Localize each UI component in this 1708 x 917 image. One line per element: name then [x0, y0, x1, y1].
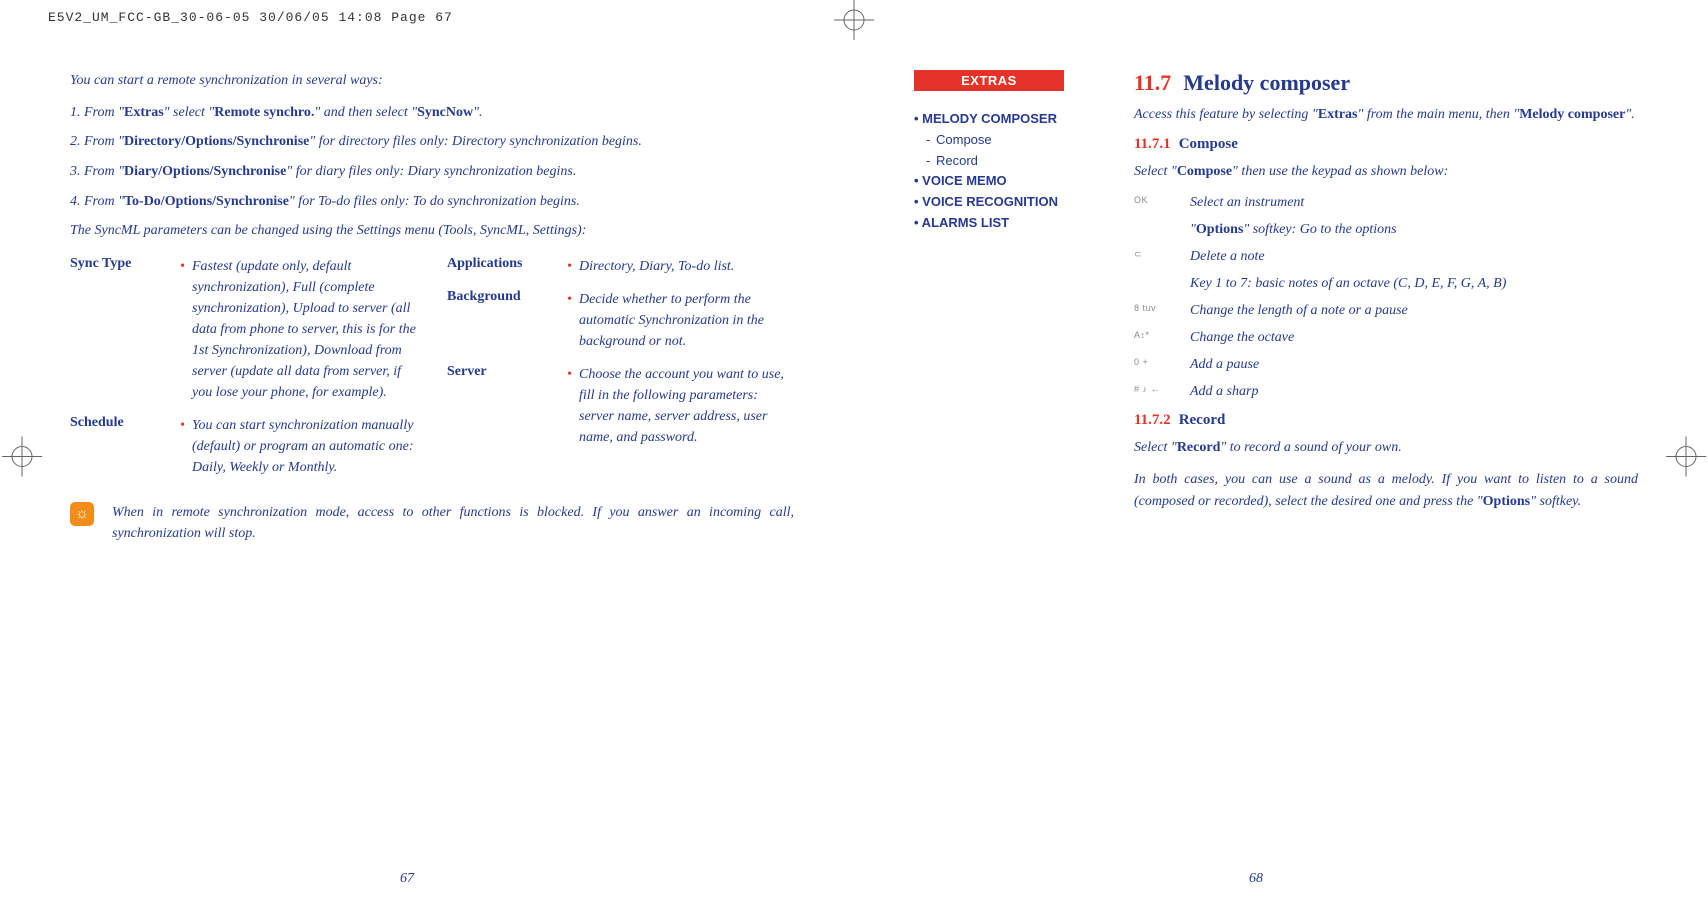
key-0-icon: 0 +: [1134, 354, 1168, 367]
toc-item: • VOICE RECOGNITION: [914, 192, 1094, 213]
param-sync-type: Sync Type Fastest (update only, default …: [70, 256, 417, 403]
ok-key-icon: OK: [1134, 192, 1168, 205]
key-row: A↕* Change the octave: [1134, 327, 1638, 348]
crop-mark-right: [1666, 426, 1706, 491]
key-8-icon: 8 tuv: [1134, 300, 1168, 313]
intro-text: You can start a remote synchronization i…: [70, 70, 794, 92]
param-applications: Applications Directory, Diary, To-do lis…: [447, 256, 794, 277]
key-row: "Options" softkey: Go to the options: [1134, 219, 1638, 240]
toc-item: • VOICE MEMO: [914, 171, 1094, 192]
number-keys-icon: [1134, 273, 1168, 276]
section-body: Access this feature by selecting "Extras…: [1134, 104, 1638, 126]
toc-item: Compose: [914, 130, 1094, 151]
subsection-body: Select "Record" to record a sound of you…: [1134, 437, 1638, 459]
page-left: You can start a remote synchronization i…: [70, 70, 824, 544]
clear-key-icon: ⊂: [1134, 246, 1168, 260]
page-number: 68: [1249, 871, 1263, 887]
list-item: 3. From "Diary/Options/Synchronise" for …: [70, 161, 794, 183]
closing-text: In both cases, you can use a sound as a …: [1134, 469, 1638, 512]
page-right: EXTRAS • MELODY COMPOSER Compose Record …: [884, 70, 1638, 544]
key-row: 8 tuv Change the length of a note or a p…: [1134, 300, 1638, 321]
section-title: 11.7Melody composer: [1134, 70, 1638, 96]
list-item: 2. From "Directory/Options/Synchronise" …: [70, 131, 794, 153]
hash-key-icon: # ♪ ←: [1134, 381, 1168, 394]
key-row: # ♪ ← Add a sharp: [1134, 381, 1638, 402]
subsection-title: 11.7.2Record: [1134, 412, 1638, 429]
toc-item: Record: [914, 151, 1094, 172]
crop-mark-left: [2, 426, 42, 491]
crop-mark-top: [824, 0, 884, 40]
softkey-icon: [1134, 219, 1168, 222]
key-row: ⊂ Delete a note: [1134, 246, 1638, 267]
param-background: Background Decide whether to perform the…: [447, 289, 794, 352]
print-header: E5V2_UM_FCC-GB_30-06-05 30/06/05 14:08 P…: [48, 10, 453, 25]
settings-line: The SyncML parameters can be changed usi…: [70, 220, 794, 242]
toc-item: • MELODY COMPOSER: [914, 109, 1094, 130]
key-row: 0 + Add a pause: [1134, 354, 1638, 375]
key-row: OK Select an instrument: [1134, 192, 1638, 213]
subsection-body: Select "Compose" then use the keypad as …: [1134, 161, 1638, 183]
list-item: 1. From "Extras" select "Remote synchro.…: [70, 102, 794, 124]
list-item: 4. From "To-Do/Options/Synchronise" for …: [70, 191, 794, 213]
star-key-icon: A↕*: [1134, 327, 1168, 340]
extras-chip: EXTRAS: [914, 70, 1064, 91]
param-schedule: Schedule You can start synchronization m…: [70, 415, 417, 478]
param-server: Server Choose the account you want to us…: [447, 364, 794, 448]
lightbulb-icon: ☼: [70, 502, 94, 526]
subsection-title: 11.7.1Compose: [1134, 136, 1638, 153]
toc-item: • ALARMS LIST: [914, 213, 1094, 234]
note-text: When in remote synchronization mode, acc…: [112, 502, 794, 544]
page-number: 67: [400, 871, 414, 887]
key-row: Key 1 to 7: basic notes of an octave (C,…: [1134, 273, 1638, 294]
note-block: ☼ When in remote synchronization mode, a…: [70, 502, 794, 544]
